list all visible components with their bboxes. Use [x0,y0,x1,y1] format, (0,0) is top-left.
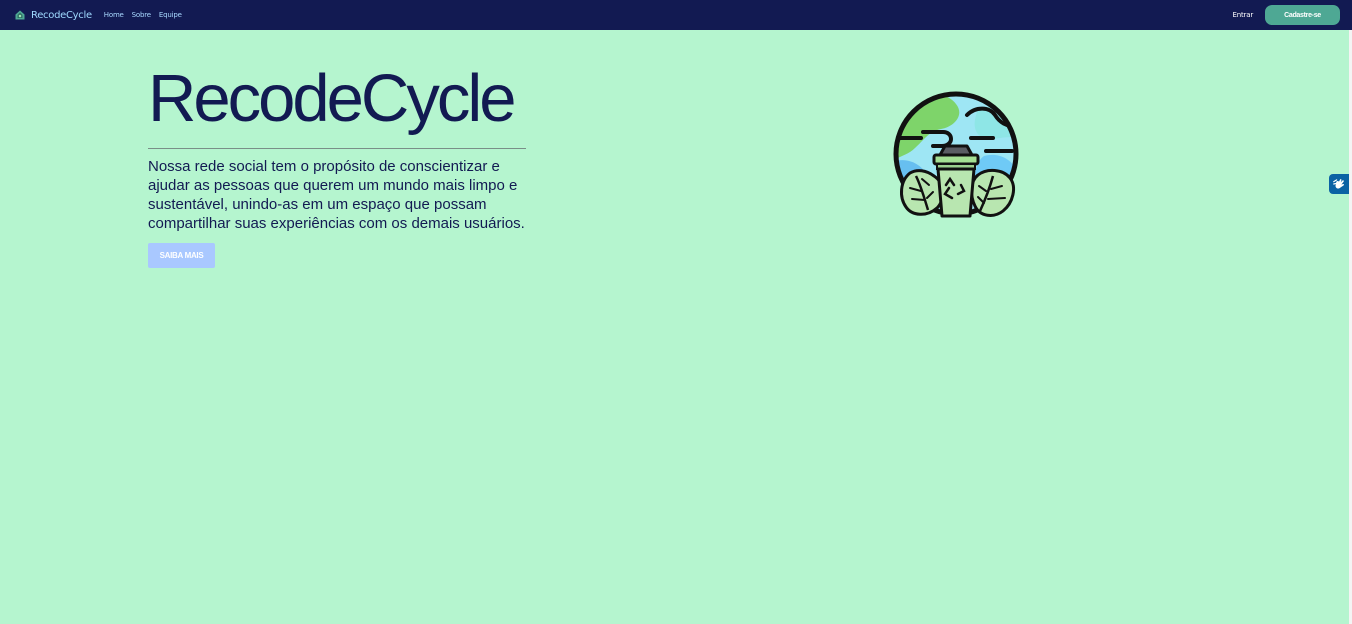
sign-language-icon [1333,179,1344,189]
brand-name: RecodeCycle [31,9,92,21]
hero-section: RecodeCycle Nossa rede social tem o prop… [148,58,548,268]
top-navbar: RecodeCycle Home Sobre Equipe Entrar Cad… [0,0,1352,30]
learn-more-button[interactable]: SAIBA MAIS [148,243,215,268]
earth-recycling-bin-icon [893,91,1019,218]
hero-description: Nossa rede social tem o propósito de con… [148,158,525,232]
left-leaves [900,169,945,216]
recycling-house-icon [15,10,25,20]
navbar-left: RecodeCycle Home Sobre Equipe [14,9,190,21]
right-leaves [970,169,1015,217]
nav-link-home[interactable]: Home [104,11,124,19]
hero-divider [148,148,526,149]
accessibility-button[interactable] [1329,174,1349,194]
nav-link-about[interactable]: Sobre [132,11,151,19]
recycling-bin [932,144,980,218]
brand-link[interactable]: RecodeCycle [14,9,92,21]
navbar-right: Entrar Cadastre-se [1233,5,1340,25]
login-link[interactable]: Entrar [1233,11,1254,19]
signup-button[interactable]: Cadastre-se [1265,5,1340,25]
nav-link-team[interactable]: Equipe [159,11,182,19]
hero-title: RecodeCycle [148,61,516,136]
